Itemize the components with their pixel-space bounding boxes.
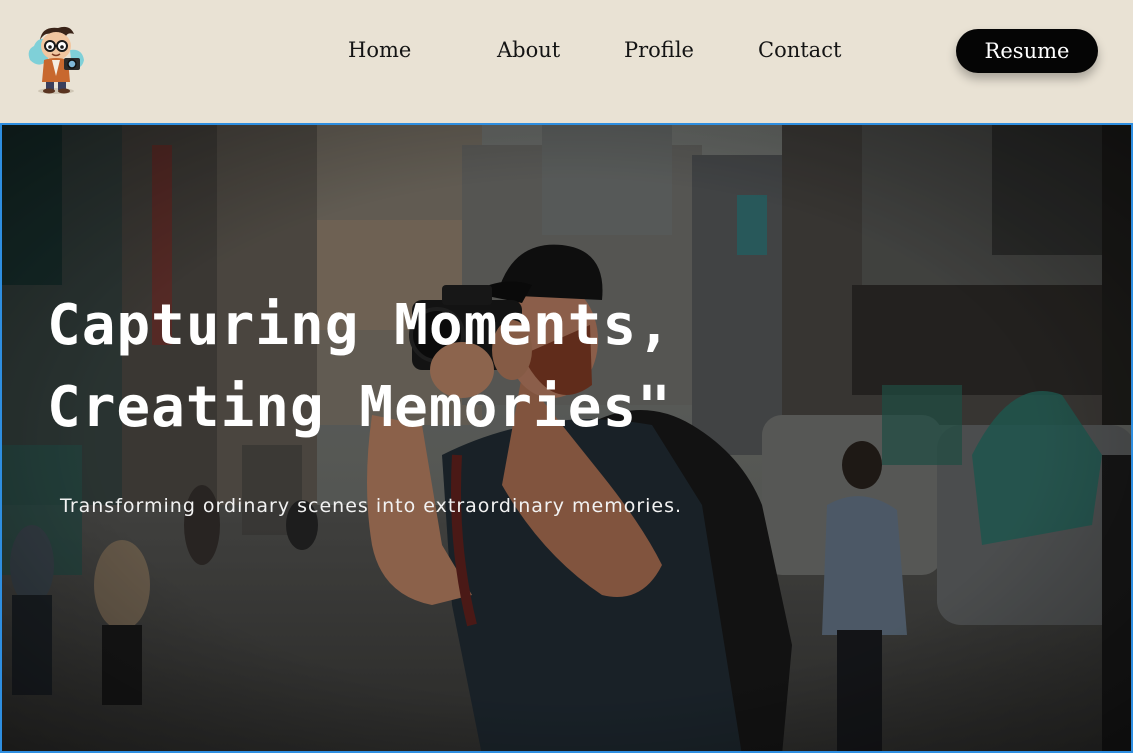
hero-section: Capturing Moments, Creating Memories" Tr… <box>0 123 1133 753</box>
nav-contact-link[interactable]: Contact <box>758 36 841 64</box>
hero-title-line-1: Capturing Moments, <box>47 293 672 358</box>
hero-subtitle: Transforming ordinary scenes into extrao… <box>60 495 683 517</box>
nav-profile-link[interactable]: Profile <box>624 36 694 64</box>
hero-title: Capturing Moments, Creating Memories" <box>47 285 672 449</box>
nav-about-link[interactable]: About <box>497 36 560 64</box>
navbar: Home About Profile Contact Resume <box>0 0 1133 123</box>
hero-title-line-2: Creating Memories" <box>47 375 672 440</box>
nav-home-link[interactable]: Home <box>348 36 411 64</box>
logo-icon[interactable] <box>24 20 90 96</box>
resume-button[interactable]: Resume <box>956 29 1098 73</box>
